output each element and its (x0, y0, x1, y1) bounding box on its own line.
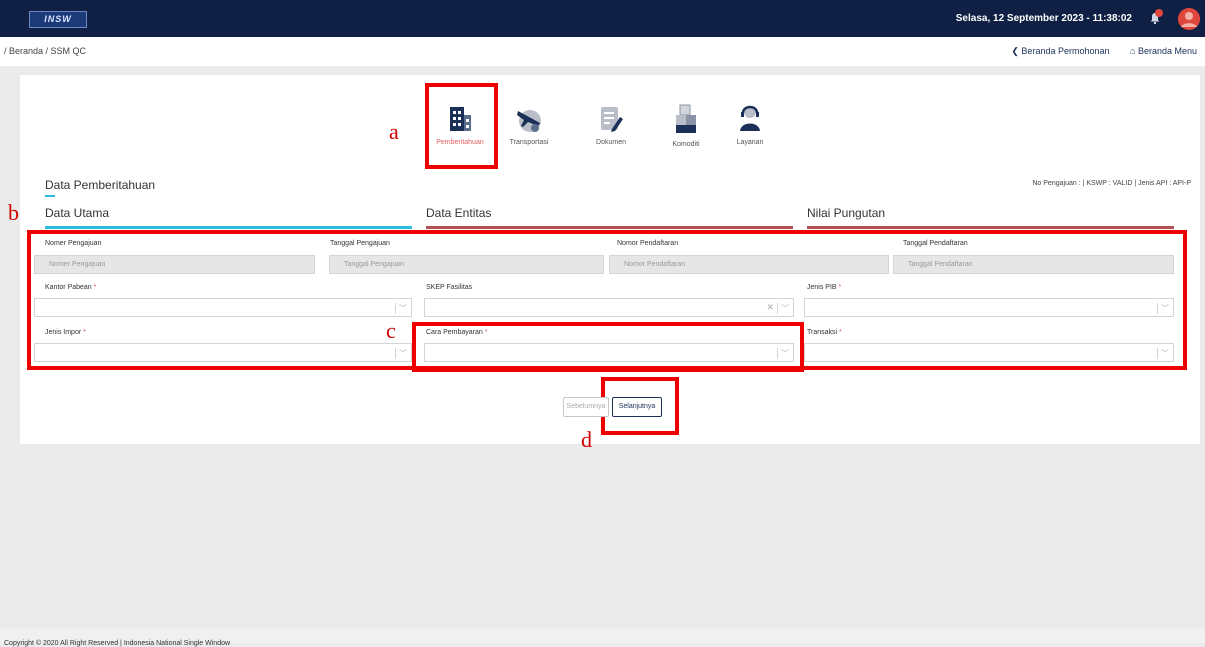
skep-fasilitas-select[interactable]: ✕ ﹀ (424, 298, 794, 317)
boxes-icon (676, 104, 696, 133)
step-layanan[interactable]: Layanan (718, 83, 782, 163)
chevron-down-icon[interactable]: ﹀ (1161, 303, 1169, 314)
jenis-impor-select[interactable]: ﹀ (34, 343, 412, 362)
chevron-down-icon[interactable]: ﹀ (1161, 348, 1169, 359)
step-dokumen[interactable]: Dokumen (579, 83, 643, 163)
top-header: INSW Selasa, 12 September 2023 - 11:38:0… (0, 0, 1205, 37)
chevron-down-icon[interactable]: ﹀ (781, 303, 789, 314)
insw-logo[interactable]: INSW (29, 11, 87, 28)
sub-navigation-bar: / Beranda / SSM QC ❮ Beranda Permohonan … (0, 37, 1205, 66)
annotation-box-a (425, 83, 498, 169)
step-label: Transportasi (509, 139, 549, 146)
annotation-letter-d: d (581, 427, 592, 452)
annotation-letter-c: c (386, 318, 396, 343)
chevron-down-icon[interactable]: ﹀ (781, 348, 789, 359)
jenis-pib-label: Jenis PIB * (807, 284, 842, 291)
transaksi-label: Transaksi * (807, 329, 842, 336)
tanggal-pendaftaran-input[interactable]: Tanggal Pendaftaran (893, 255, 1174, 274)
tanggal-pendaftaran-label: Tanggal Pendaftaran (903, 240, 968, 247)
nomor-pendaftaran-label: Nomor Pendaftaran (617, 240, 679, 247)
document-icon (601, 107, 623, 132)
annotation-letter-a: a (389, 119, 399, 144)
step-label: Layanan (736, 139, 764, 146)
step-komoditi[interactable]: Komoditi (654, 83, 718, 163)
nomor-pengajuan-input[interactable]: Nomer Pengajuan (34, 255, 315, 274)
jenis-pib-select[interactable]: ﹀ (804, 298, 1174, 317)
chevron-down-icon[interactable]: ﹀ (399, 303, 407, 314)
tab-nilai-pungutan-indicator (807, 226, 1174, 229)
cara-pembayaran-label: Cara Pembayaran * (426, 329, 488, 336)
user-avatar-icon[interactable] (1178, 8, 1200, 30)
beranda-menu-link[interactable]: ⌂ Beranda Menu (1130, 46, 1197, 56)
tanggal-pengajuan-label: Tanggal Pengajuan (330, 240, 390, 247)
sub-nav-links: ❮ Beranda Permohonan ⌂ Beranda Menu (993, 46, 1197, 57)
cara-pembayaran-select[interactable]: ﹀ (424, 343, 794, 362)
step-transportasi[interactable]: Transportasi (497, 83, 561, 163)
nomor-pendaftaran-input[interactable]: Nomor Pendaftaran (609, 255, 889, 274)
section-title: Data Pemberitahuan (45, 178, 156, 192)
step-label: Dokumen (596, 139, 626, 146)
clear-icon[interactable]: ✕ (766, 302, 774, 313)
tanggal-pengajuan-input[interactable]: Tanggal Pengajuan (329, 255, 604, 274)
tab-data-entitas-indicator (426, 226, 793, 229)
kantor-pabean-label: Kantor Pabean * (45, 284, 97, 291)
transaksi-select[interactable]: ﹀ (804, 343, 1174, 362)
current-datetime: Selasa, 12 September 2023 - 11:38:02 (955, 13, 1132, 24)
skep-fasilitas-label: SKEP Fasilitas (426, 284, 473, 291)
breadcrumb[interactable]: / Beranda / SSM QC (4, 46, 86, 56)
chevron-down-icon[interactable]: ﹀ (399, 348, 407, 359)
airplane-icon (517, 110, 541, 132)
sebelumnya-button[interactable]: Sebelumnya (563, 397, 609, 417)
submission-meta-info: No Pengajuan : | KSWP : VALID | Jenis AP… (1032, 180, 1191, 187)
beranda-permohonan-link[interactable]: ❮ Beranda Permohonan (1011, 46, 1109, 56)
tab-data-utama[interactable]: Data Utama (45, 206, 109, 220)
tab-nilai-pungutan[interactable]: Nilai Pungutan (807, 206, 885, 220)
customer-service-icon (740, 105, 760, 131)
jenis-impor-label: Jenis Impor * (45, 329, 86, 336)
kantor-pabean-select[interactable]: ﹀ (34, 298, 412, 317)
selanjutnya-button[interactable]: Selanjutnya (612, 397, 662, 417)
notification-badge (1155, 9, 1163, 17)
tab-data-entitas[interactable]: Data Entitas (426, 206, 491, 220)
nomor-pengajuan-label: Nomer Pengajuan (45, 240, 102, 247)
annotation-letter-b: b (8, 200, 19, 225)
tab-data-utama-indicator (45, 226, 412, 229)
section-title-underline (45, 195, 55, 197)
step-label: Komoditi (672, 141, 700, 148)
copyright-text: Copyright © 2020 All Right Reserved | In… (4, 640, 231, 647)
